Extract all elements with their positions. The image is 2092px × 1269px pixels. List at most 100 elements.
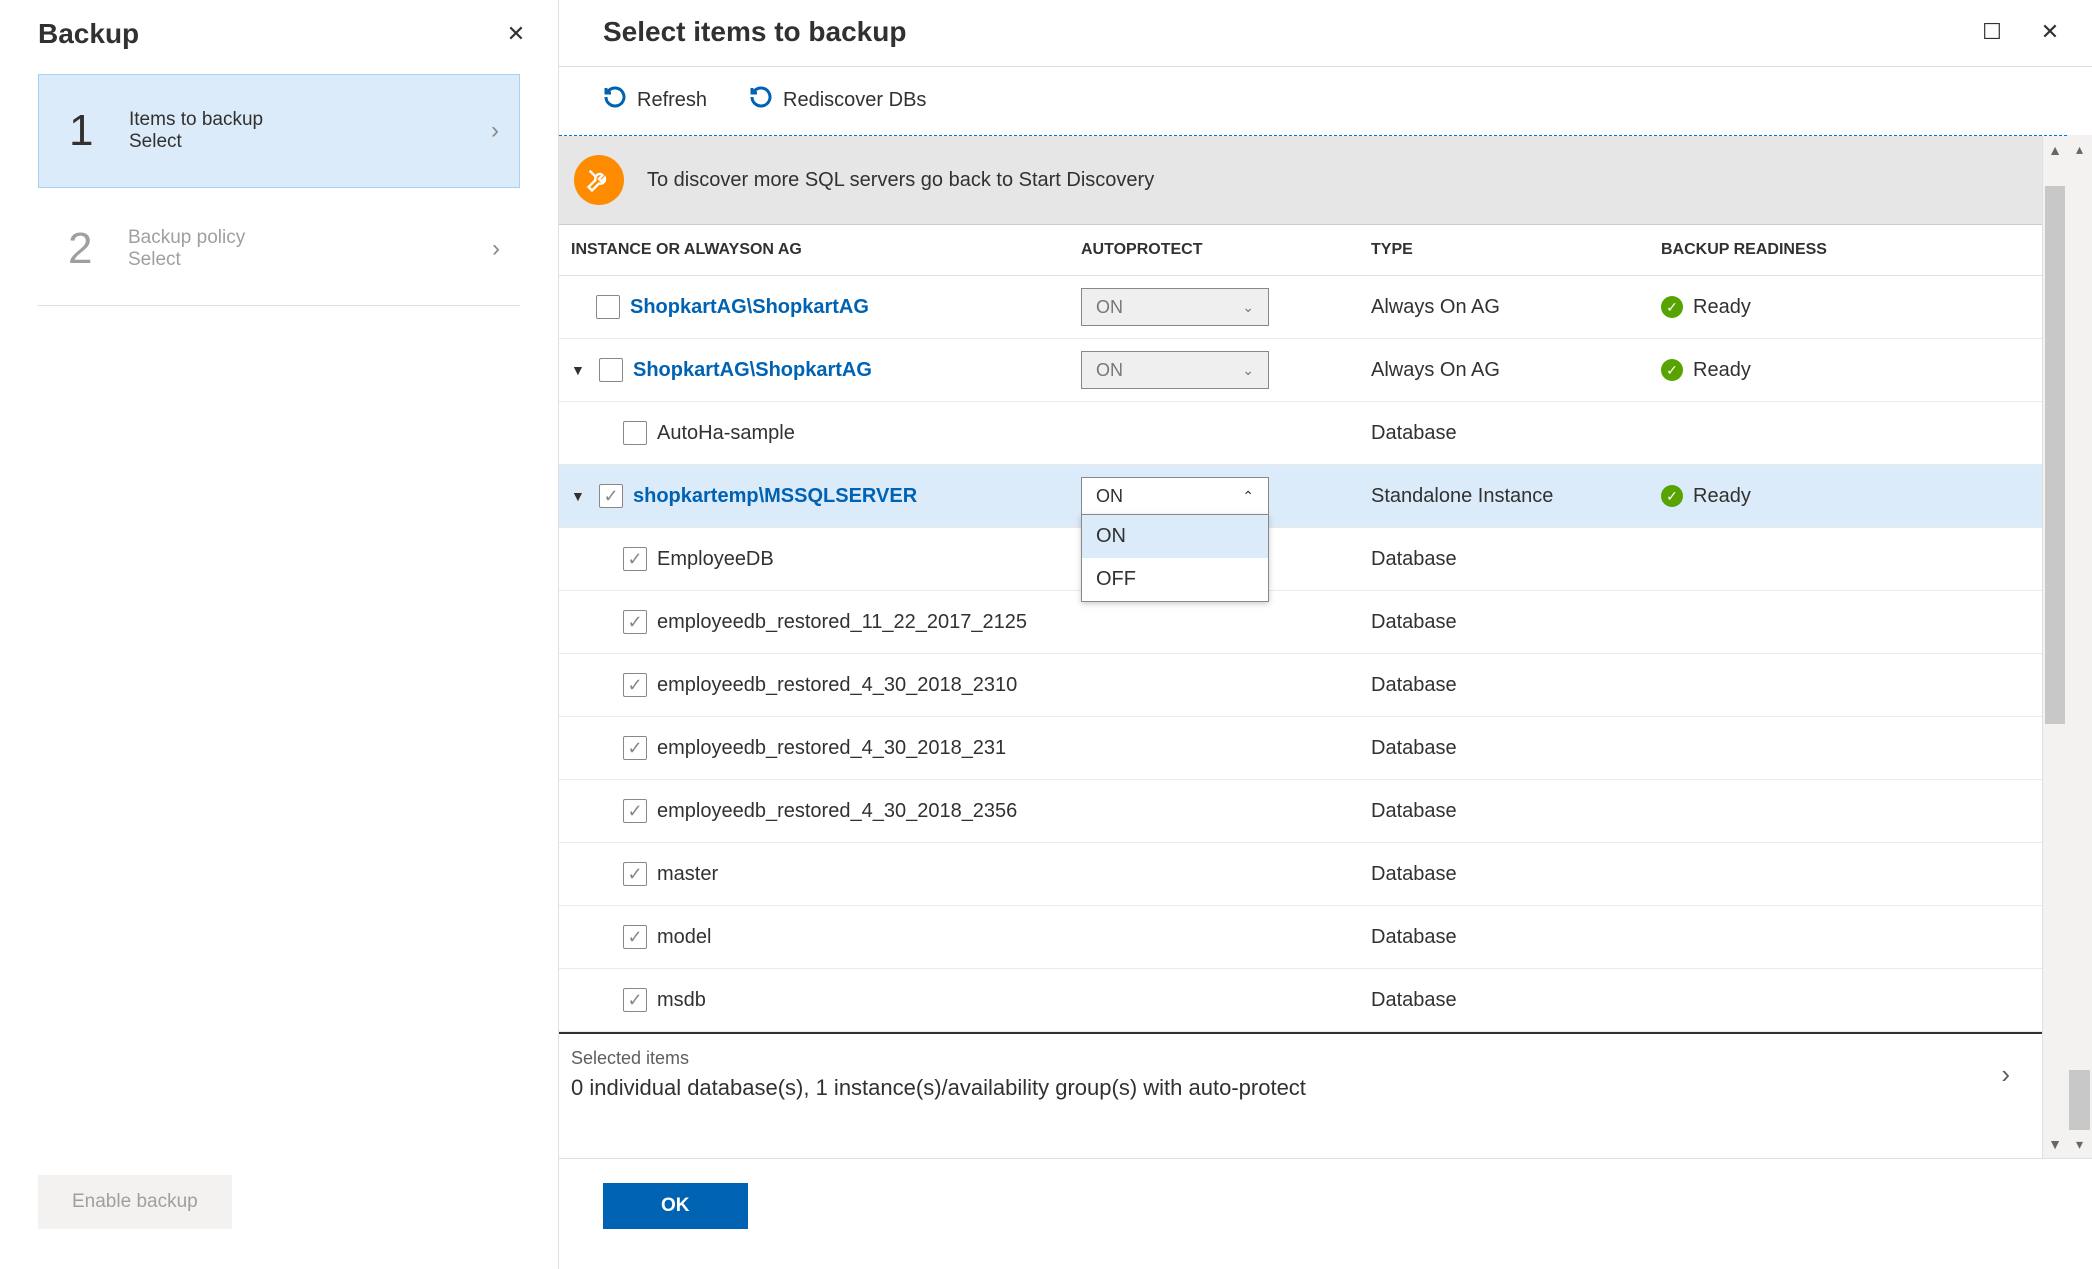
col-type: Type [1371,241,1661,259]
dropdown-option-on[interactable]: ON [1082,515,1268,558]
type-cell: Database [1371,989,1661,1012]
rediscover-label: Rediscover DBs [783,89,926,112]
ready-check-icon: ✓ [1661,296,1683,318]
steps-list: 1 Items to backup Select › 2 Backup poli… [0,74,558,310]
left-panel: Backup ✕ 1 Items to backup Select › 2 Ba… [0,0,559,1269]
ready-check-icon: ✓ [1661,359,1683,381]
scroll-thumb[interactable] [2069,1070,2090,1130]
table-row[interactable]: EmployeeDBDatabase [559,528,2042,591]
content-inner: To discover more SQL servers go back to … [559,136,2042,1158]
type-cell: Database [1371,737,1661,760]
row-checkbox[interactable] [599,484,623,508]
row-checkbox[interactable] [596,295,620,319]
step-sublabel: Select [128,249,492,271]
scroll-up-icon[interactable]: ▲ [2043,136,2067,164]
step-sublabel: Select [129,131,491,153]
table-row[interactable]: modelDatabase [559,906,2042,969]
info-icon-box [559,136,639,224]
step-backup-policy[interactable]: 2 Backup policy Select › [38,192,520,306]
right-panel-title: Select items to backup [603,16,906,48]
item-name: employeedb_restored_4_30_2018_2310 [657,674,1017,697]
instance-cell: employeedb_restored_4_30_2018_2356 [571,799,1081,823]
type-cell: Database [1371,863,1661,886]
right-header: Select items to backup ☐ ✕ [559,0,2092,67]
ready-text: Ready [1693,296,1751,319]
chevron-right-icon[interactable]: › [2001,1059,2030,1090]
table-row[interactable]: ShopkartAG\ShopkartAGON⌄Always On AG✓Rea… [559,276,2042,339]
scroll-thumb[interactable] [2045,186,2065,724]
row-checkbox[interactable] [623,610,647,634]
header-icons: ☐ ✕ [1978,18,2064,46]
row-checkbox[interactable] [623,673,647,697]
tools-icon [574,155,624,205]
table-row[interactable]: ▼ shopkartemp\MSSQLSERVER ON⌃ Standalone In… [559,465,2042,528]
refresh-label: Refresh [637,89,707,112]
dropdown-option-off[interactable]: OFF [1082,558,1268,601]
table-row[interactable]: employeedb_restored_4_30_2018_2356Databa… [559,780,2042,843]
scroll-up-icon[interactable]: ▴ [2067,135,2092,163]
table-row[interactable]: employeedb_restored_4_30_2018_231 Databas… [559,717,2042,780]
autoprotect-cell: ON⌄ [1081,351,1371,389]
col-readiness: Backup Readiness [1661,241,2042,259]
right-panel: Select items to backup ☐ ✕ Refresh Redis… [559,0,2092,1269]
summary-bar[interactable]: Selected items 0 individual database(s),… [559,1032,2042,1121]
instance-link[interactable]: shopkartemp\MSSQLSERVER [633,485,917,508]
autoprotect-select: ON⌄ [1081,288,1269,326]
col-autoprotect: Autoprotect [1081,241,1371,259]
row-checkbox[interactable] [623,736,647,760]
step-label: Backup policy [128,227,492,249]
table-row[interactable]: employeedb_restored_4_30_2018_2310Databa… [559,654,2042,717]
table-row[interactable]: msdb Database [559,969,2042,1032]
close-icon[interactable]: ✕ [502,20,530,48]
info-banner: To discover more SQL servers go back to … [559,136,2042,225]
maximize-icon[interactable]: ☐ [1978,18,2006,46]
row-checkbox[interactable] [623,988,647,1012]
instance-cell: employeedb_restored_4_30_2018_2310 [571,673,1081,697]
step-items-to-backup[interactable]: 1 Items to backup Select › [38,74,520,188]
table-row[interactable]: ▼ShopkartAG\ShopkartAGON⌄Always On AG✓Re… [559,339,2042,402]
expand-arrow-icon[interactable]: ▼ [571,362,589,378]
table-row[interactable]: master Database [559,843,2042,906]
autoprotect-dropdown[interactable]: ONOFF [1081,514,1269,602]
table-row[interactable]: AutoHa-sampleDatabase [559,402,2042,465]
row-checkbox[interactable] [623,547,647,571]
left-header: Backup ✕ [0,0,558,74]
row-checkbox[interactable] [623,862,647,886]
type-cell: Database [1371,611,1661,634]
instance-cell: employeedb_restored_11_22_2017_2125 [571,610,1081,634]
col-instance: Instance or AlwaysOn AG [571,241,1081,259]
instance-cell: ▼ ShopkartAG\ShopkartAG [571,358,1081,382]
scroll-down-icon[interactable]: ▾ [2067,1130,2092,1158]
instance-link[interactable]: ShopkartAG\ShopkartAG [630,296,869,319]
table-row[interactable]: employeedb_restored_11_22_2017_2125 Datab… [559,591,2042,654]
readiness-cell: ✓ Ready [1661,296,2042,319]
instance-link[interactable]: ShopkartAG\ShopkartAG [633,359,872,382]
autoprotect-select: ON⌄ [1081,351,1269,389]
instance-cell: employeedb_restored_4_30_2018_231 [571,736,1081,760]
rows-container: ShopkartAG\ShopkartAGON⌄Always On AG✓Rea… [559,276,2042,1032]
chevron-up-icon: ⌃ [1242,488,1254,505]
ready-check-icon: ✓ [1661,485,1683,507]
readiness-cell: ✓Ready [1661,359,2042,382]
autoprotect-select[interactable]: ON⌃ [1081,477,1269,515]
toolbar: Refresh Rediscover DBs [559,67,2092,135]
autoprotect-cell: ON⌄ [1081,288,1371,326]
inner-scrollbar[interactable]: ▲ ▼ [2042,136,2067,1158]
table-header: Instance or AlwaysOn AG Autoprotect Type… [559,225,2042,276]
ok-button[interactable]: OK [603,1183,748,1229]
row-checkbox[interactable] [623,799,647,823]
close-icon[interactable]: ✕ [2036,18,2064,46]
item-name: master [657,863,718,886]
row-checkbox[interactable] [623,925,647,949]
row-checkbox[interactable] [623,421,647,445]
item-name: msdb [657,989,706,1012]
refresh-button[interactable]: Refresh [603,85,707,115]
expand-arrow-icon[interactable]: ▼ [571,488,589,504]
ready-text: Ready [1693,485,1751,508]
scroll-down-icon[interactable]: ▼ [2043,1130,2067,1158]
left-footer: Enable backup [0,1175,558,1269]
rediscover-button[interactable]: Rediscover DBs [749,85,926,115]
type-cell: Standalone Instance [1371,485,1661,508]
row-checkbox[interactable] [599,358,623,382]
outer-scrollbar[interactable]: ▴ ▾ [2067,135,2092,1158]
